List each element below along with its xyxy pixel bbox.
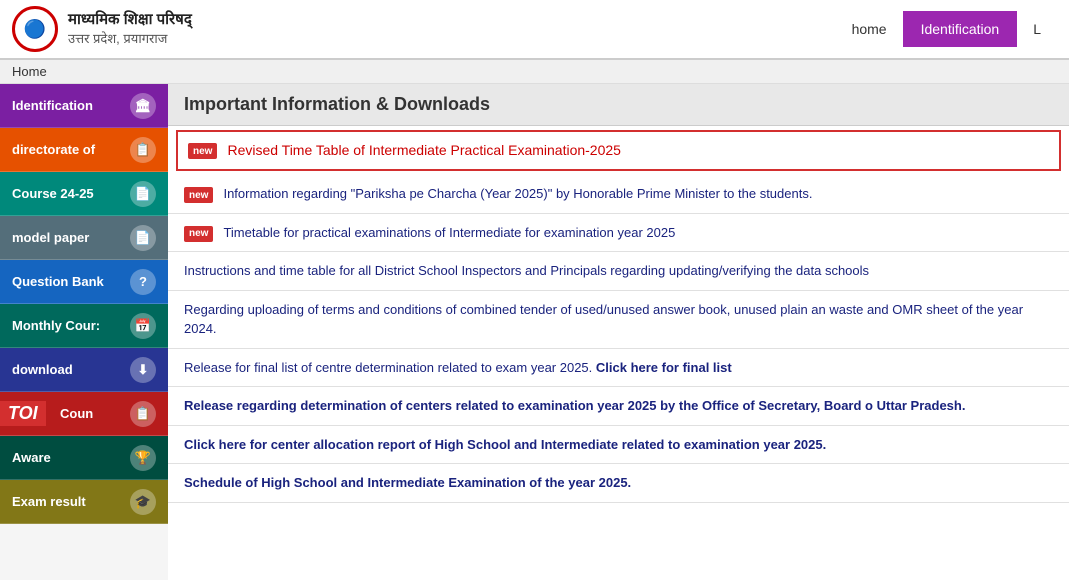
sidebar-item-directorate[interactable]: directorate of 📋 xyxy=(0,128,168,172)
download-icon: ⬇ xyxy=(130,357,156,383)
logo-area: 🔵 माध्यमिक शिक्षा परिषद् उत्तर प्रदेश, प… xyxy=(12,6,836,52)
list-item[interactable]: Schedule of High School and Intermediate… xyxy=(168,464,1069,503)
new-badge: new xyxy=(188,143,217,159)
list-item[interactable]: new Revised Time Table of Intermediate P… xyxy=(176,130,1061,171)
item-text: Schedule of High School and Intermediate… xyxy=(184,473,1053,493)
item-text: Click here for center allocation report … xyxy=(184,435,1053,455)
model-paper-icon: 📄 xyxy=(130,225,156,251)
monthly-course-icon: 📅 xyxy=(130,313,156,339)
sidebar-item-exam-result[interactable]: Exam result 🎓 xyxy=(0,480,168,524)
sidebar-label-directorate: directorate of xyxy=(12,142,95,157)
list-item[interactable]: Instructions and time table for all Dist… xyxy=(168,252,1069,291)
logo-line2: उत्तर प्रदेश, प्रयागराज xyxy=(68,30,192,48)
list-item[interactable]: Release regarding determination of cente… xyxy=(168,387,1069,426)
list-item[interactable]: Release for final list of centre determi… xyxy=(168,349,1069,388)
sidebar-item-identification[interactable]: Identification 🏛 xyxy=(0,84,168,128)
top-nav: 🔵 माध्यमिक शिक्षा परिषद् उत्तर प्रदेश, प… xyxy=(0,0,1069,60)
nav-home[interactable]: home xyxy=(836,13,903,45)
question-bank-icon: ? xyxy=(130,269,156,295)
toi-badge: TOI xyxy=(0,401,46,426)
directorate-icon: 📋 xyxy=(130,137,156,163)
sidebar-item-course[interactable]: Course 24-25 📄 xyxy=(0,172,168,216)
item-text: Information regarding "Pariksha pe Charc… xyxy=(223,184,1053,204)
council-icon: 📋 xyxy=(130,401,156,427)
nav-identification[interactable]: Identification xyxy=(903,11,1018,47)
sidebar-item-aware[interactable]: Aware 🏆 xyxy=(0,436,168,480)
nav-extra[interactable]: L xyxy=(1017,13,1057,45)
sidebar-label-model-paper: model paper xyxy=(12,230,89,245)
content-area: Important Information & Downloads new Re… xyxy=(168,84,1069,580)
sidebar-label-course: Course 24-25 xyxy=(12,186,94,201)
logo-text: माध्यमिक शिक्षा परिषद् उत्तर प्रदेश, प्र… xyxy=(68,9,192,48)
course-icon: 📄 xyxy=(130,181,156,207)
new-badge: new xyxy=(184,187,213,203)
sidebar-item-model-paper[interactable]: model paper 📄 xyxy=(0,216,168,260)
nav-links: home Identification L xyxy=(836,11,1057,47)
main-layout: Identification 🏛 directorate of 📋 Course… xyxy=(0,84,1069,580)
sidebar-label-aware: Aware xyxy=(12,450,51,465)
list-item[interactable]: Click here for center allocation report … xyxy=(168,426,1069,465)
item-text: Timetable for practical examinations of … xyxy=(223,223,1053,243)
item-text: Regarding uploading of terms and conditi… xyxy=(184,300,1053,339)
sidebar-label-identification: Identification xyxy=(12,98,93,113)
content-header: Important Information & Downloads xyxy=(168,84,1069,126)
sidebar-item-council[interactable]: TOI Coun 📋 xyxy=(0,392,168,436)
list-item[interactable]: Regarding uploading of terms and conditi… xyxy=(168,291,1069,349)
logo-icon: 🔵 xyxy=(12,6,58,52)
item-text: Release regarding determination of cente… xyxy=(184,396,1053,416)
content-list: new Revised Time Table of Intermediate P… xyxy=(168,126,1069,580)
sidebar-label-download: download xyxy=(12,362,73,377)
sidebar-label-monthly-course: Monthly Cour: xyxy=(12,318,100,333)
new-badge: new xyxy=(184,226,213,242)
sidebar-label-question-bank: Question Bank xyxy=(12,274,104,289)
sidebar-label-exam-result: Exam result xyxy=(12,494,86,509)
list-item[interactable]: new Timetable for practical examinations… xyxy=(168,214,1069,253)
sidebar-item-question-bank[interactable]: Question Bank ? xyxy=(0,260,168,304)
exam-result-icon: 🎓 xyxy=(130,489,156,515)
section-title: Important Information & Downloads xyxy=(184,94,490,114)
sidebar: Identification 🏛 directorate of 📋 Course… xyxy=(0,84,168,580)
sidebar-item-download[interactable]: download ⬇ xyxy=(0,348,168,392)
item-text: Instructions and time table for all Dist… xyxy=(184,261,1053,281)
sidebar-label-council: Coun xyxy=(60,406,93,421)
aware-icon: 🏆 xyxy=(130,445,156,471)
breadcrumb: Home xyxy=(0,60,1069,84)
identification-icon: 🏛 xyxy=(130,93,156,119)
list-item[interactable]: new Information regarding "Pariksha pe C… xyxy=(168,175,1069,214)
item-text: Release for final list of centre determi… xyxy=(184,358,1053,378)
logo-line1: माध्यमिक शिक्षा परिषद् xyxy=(68,9,192,30)
sidebar-item-monthly-course[interactable]: Monthly Cour: 📅 xyxy=(0,304,168,348)
item-text: Revised Time Table of Intermediate Pract… xyxy=(227,140,1049,161)
